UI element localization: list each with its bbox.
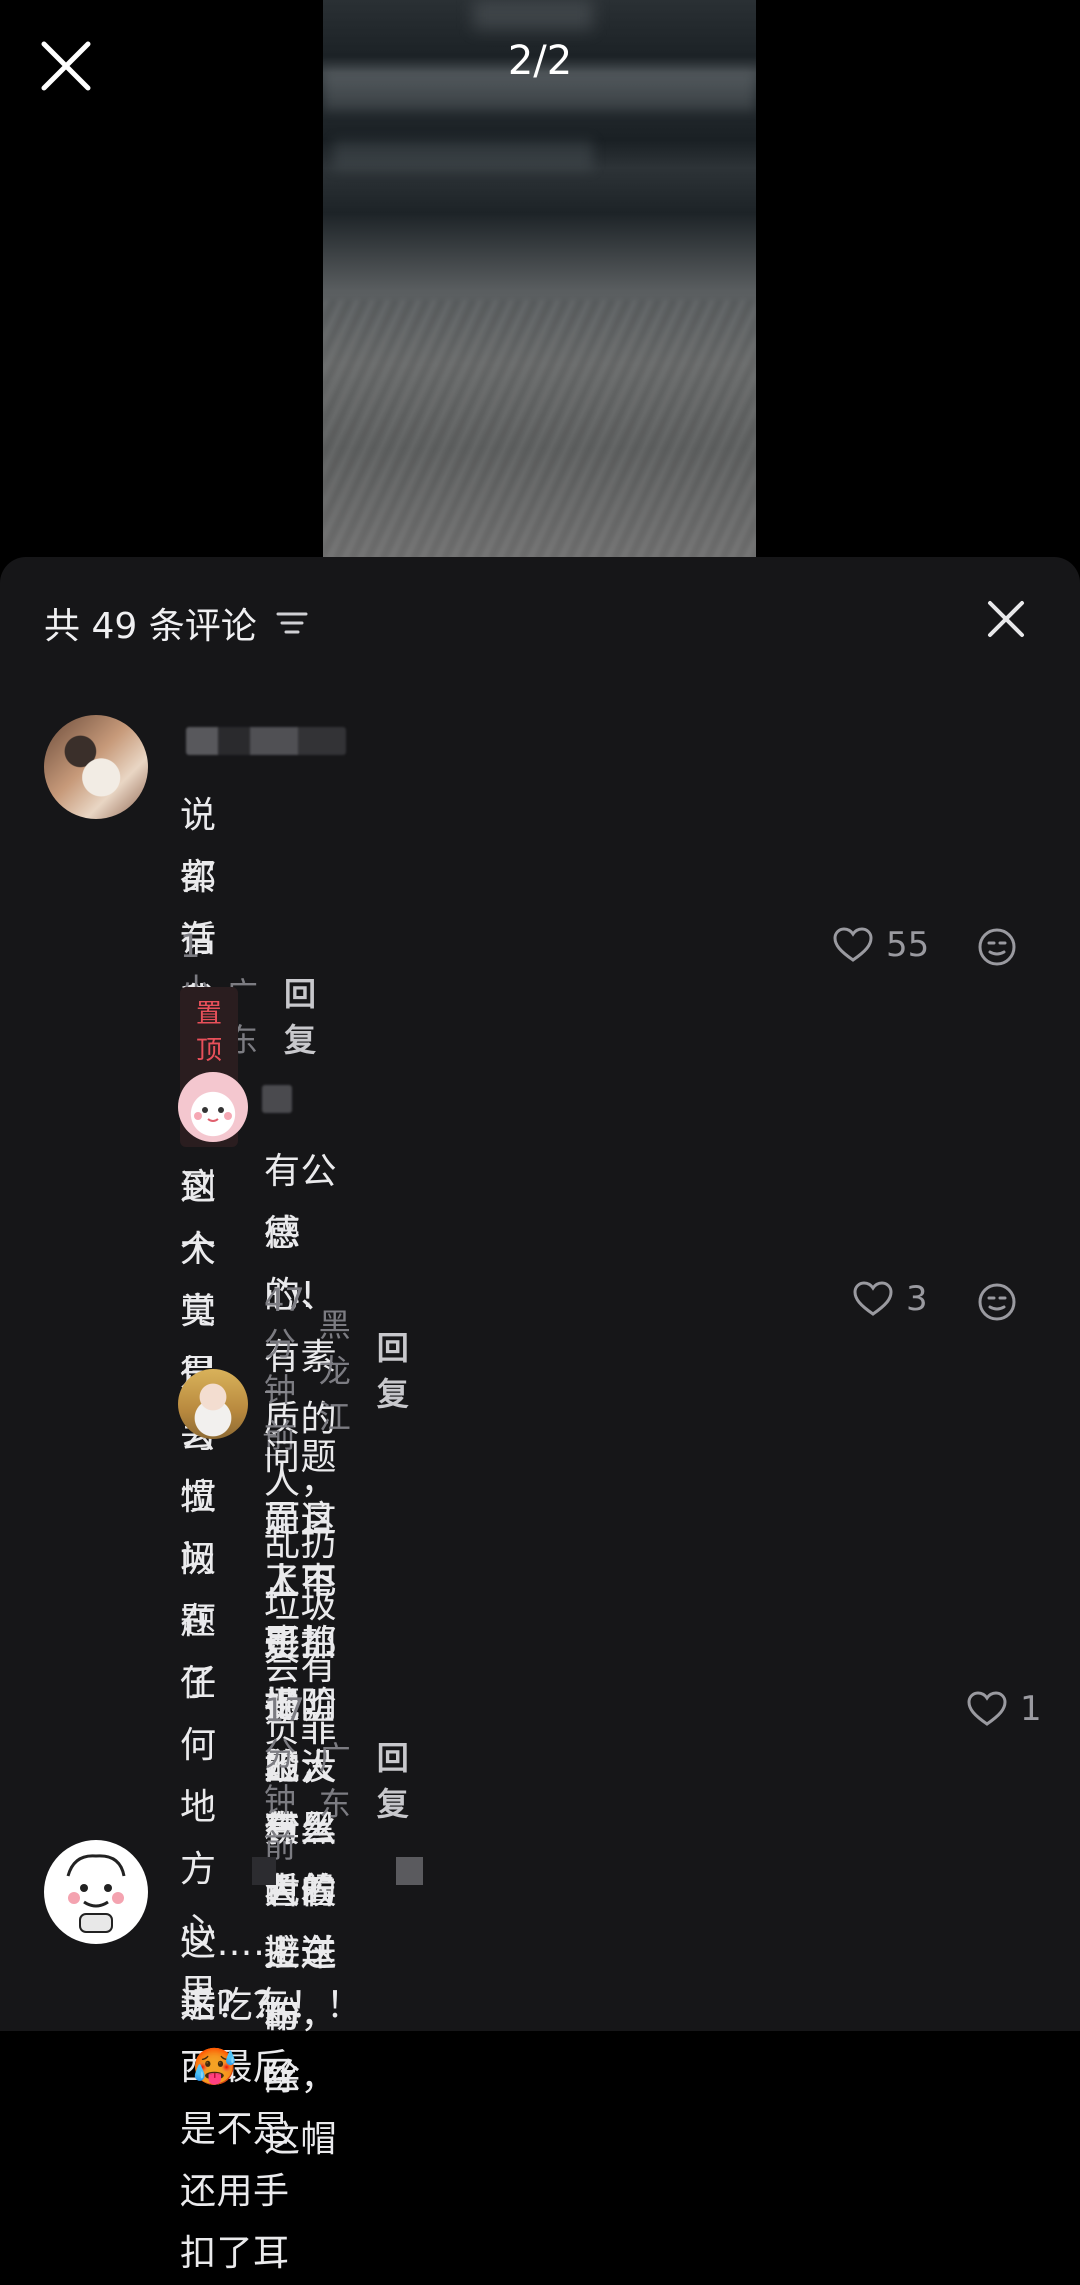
like-button[interactable]: 1 (966, 1689, 1042, 1729)
emoji-react-icon[interactable] (977, 927, 1017, 967)
comment-location: 黑龙江 (318, 1306, 351, 1436)
heart-icon (853, 1281, 893, 1316)
comment-sheet-header: 共 49 条评论 (44, 593, 309, 653)
sweat-emoji: 🥵 (192, 2047, 238, 2088)
photo-detail (473, 0, 593, 30)
username-blurred[interactable] (186, 1857, 486, 1885)
like-count: 1 (1020, 1689, 1042, 1729)
reply-button[interactable]: 回复 (377, 1323, 409, 1415)
sort-filter-icon[interactable] (275, 608, 309, 638)
avatar[interactable] (44, 1840, 148, 1944)
close-viewer-icon[interactable] (36, 36, 96, 96)
like-button[interactable]: 3 (852, 1279, 928, 1319)
username-blurred[interactable] (262, 1085, 292, 1113)
heart-icon (967, 1691, 1007, 1726)
avatar[interactable] (44, 715, 148, 819)
close-comments-icon[interactable] (984, 597, 1028, 641)
image-viewer: 2/2 (0, 0, 1080, 560)
photo-detail (323, 300, 756, 560)
like-count: 3 (906, 1279, 928, 1319)
post-photo[interactable] (323, 0, 756, 560)
like-button[interactable]: 55 (832, 925, 929, 965)
avatar[interactable] (178, 1072, 248, 1142)
reply-button[interactable]: 回复 (284, 969, 316, 1061)
username-blurred[interactable] (186, 727, 346, 755)
like-count: 55 (886, 925, 930, 965)
heart-icon (833, 927, 873, 962)
avatar[interactable] (178, 1369, 248, 1439)
comment-text-part: 垢？？！！ (180, 1985, 363, 2026)
image-counter: 2/2 (507, 38, 573, 84)
comment-count-title: 共 49 条评论 (44, 606, 257, 647)
emoji-react-icon[interactable] (977, 1282, 1017, 1322)
reply-button[interactable]: 回复 (377, 1733, 409, 1825)
comment-text: 这…… 这吃东西最后是不是还用手扣了耳 (180, 1923, 290, 2274)
photo-detail (333, 140, 593, 170)
comment-meta: 17分钟前 广东 回复 (264, 1691, 409, 1867)
comment-time: 17分钟前 (264, 1691, 305, 1865)
comment-location: 广东 (318, 1739, 351, 1823)
comment-sheet: 共 49 条评论 说实话我从小到大觉得丢垃圾在任何地方 心里 都有负罪感 这个真… (0, 557, 1080, 2274)
comment-text: 垢？？！！ 🥵 (180, 1975, 363, 2099)
